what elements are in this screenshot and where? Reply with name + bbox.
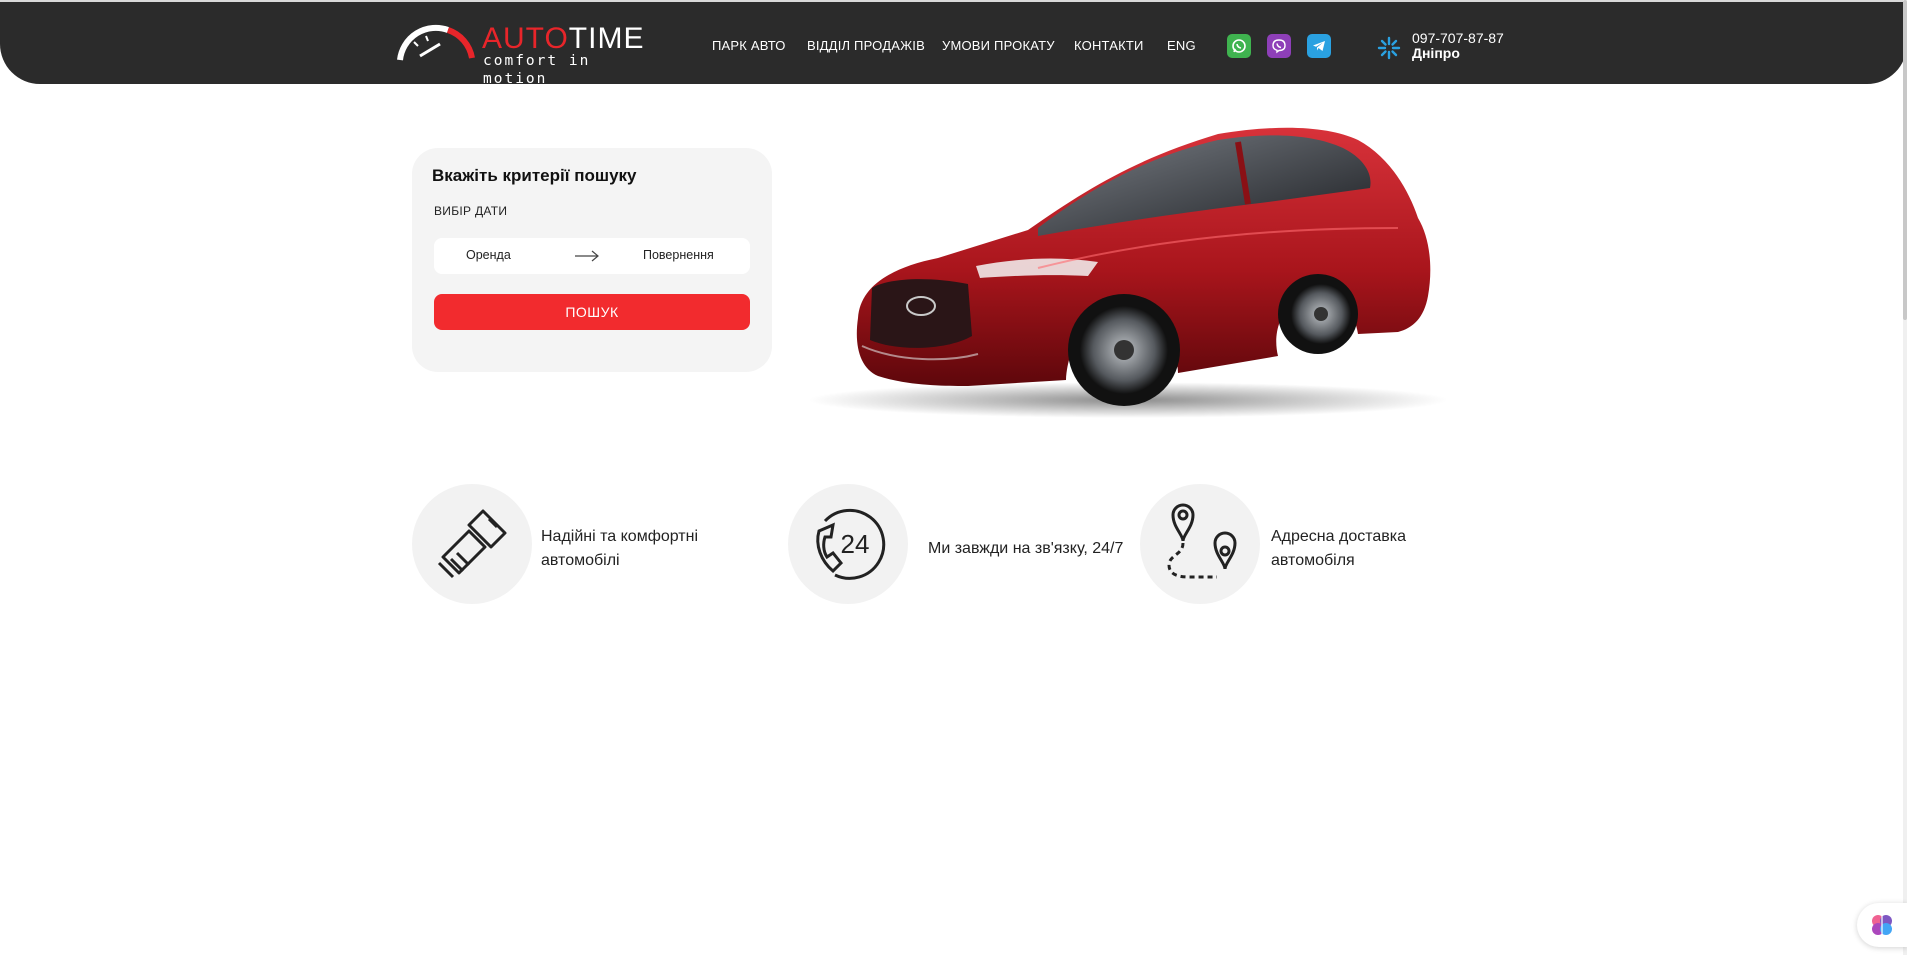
feature-text-reliable: Надійні та комфортні автомобілі bbox=[541, 528, 699, 569]
search-title: Вкажіть критерії пошуку bbox=[432, 166, 637, 185]
rental-date-field[interactable]: Оренда bbox=[466, 248, 511, 262]
seatbelt-icon-circle bbox=[412, 484, 532, 604]
route-pin-icon-circle bbox=[1140, 484, 1260, 604]
speedometer-icon bbox=[397, 24, 475, 61]
car-image bbox=[808, 127, 1448, 418]
nav-item-rental-terms[interactable]: УМОВИ ПРОКАТУ bbox=[942, 38, 1055, 53]
date-range-picker[interactable]: Оренда Повернення bbox=[434, 238, 750, 274]
brand-name: AUTOTIME bbox=[482, 22, 645, 55]
phone-24-icon: 24 bbox=[816, 508, 886, 580]
dates-label: ВИБІР ДАТИ bbox=[434, 204, 508, 218]
nav-item-contacts[interactable]: КОНТАКТИ bbox=[1074, 38, 1144, 53]
site-header: AUTOTIME comfort in motion ПАРК АВТО ВІД… bbox=[0, 2, 1907, 87]
feature-text-24-7: Ми завжди на зв'язку, 24/7 bbox=[928, 540, 1124, 557]
route-pin-icon bbox=[1167, 503, 1237, 579]
nav-item-sales[interactable]: ВІДДІЛ ПРОДАЖІВ bbox=[807, 38, 925, 53]
search-card: Вкажіть критерії пошуку ВИБІР ДАТИ Оренд… bbox=[412, 148, 772, 372]
brand-logo[interactable]: AUTOTIME comfort in motion bbox=[396, 22, 646, 87]
brand-tagline: comfort in motion bbox=[483, 53, 591, 87]
scrollbar-thumb[interactable] bbox=[1903, 0, 1907, 320]
search-button[interactable]: ПОШУК bbox=[434, 294, 750, 330]
arrow-right-icon bbox=[575, 250, 599, 262]
svg-text:24: 24 bbox=[841, 529, 870, 559]
contact-phone[interactable]: 097-707-87-87 bbox=[1412, 30, 1504, 46]
phone-24-icon-circle: 24 bbox=[788, 484, 908, 604]
return-date-field[interactable]: Повернення bbox=[643, 248, 714, 262]
whatsapp-icon[interactable] bbox=[1227, 34, 1251, 58]
nav-item-fleet[interactable]: ПАРК АВТО bbox=[712, 38, 786, 53]
viber-icon[interactable] bbox=[1267, 34, 1291, 58]
telegram-icon[interactable] bbox=[1307, 34, 1331, 58]
feature-text-delivery: Адресна доставка автомобіля bbox=[1271, 528, 1407, 569]
brain-icon bbox=[1872, 915, 1892, 935]
contact-city[interactable]: Дніпро bbox=[1412, 45, 1460, 61]
nav-item-language[interactable]: ENG bbox=[1167, 38, 1196, 53]
seatbelt-icon bbox=[437, 509, 507, 579]
kyivstar-icon bbox=[1377, 36, 1401, 60]
assistant-widget-button[interactable] bbox=[1857, 903, 1907, 947]
